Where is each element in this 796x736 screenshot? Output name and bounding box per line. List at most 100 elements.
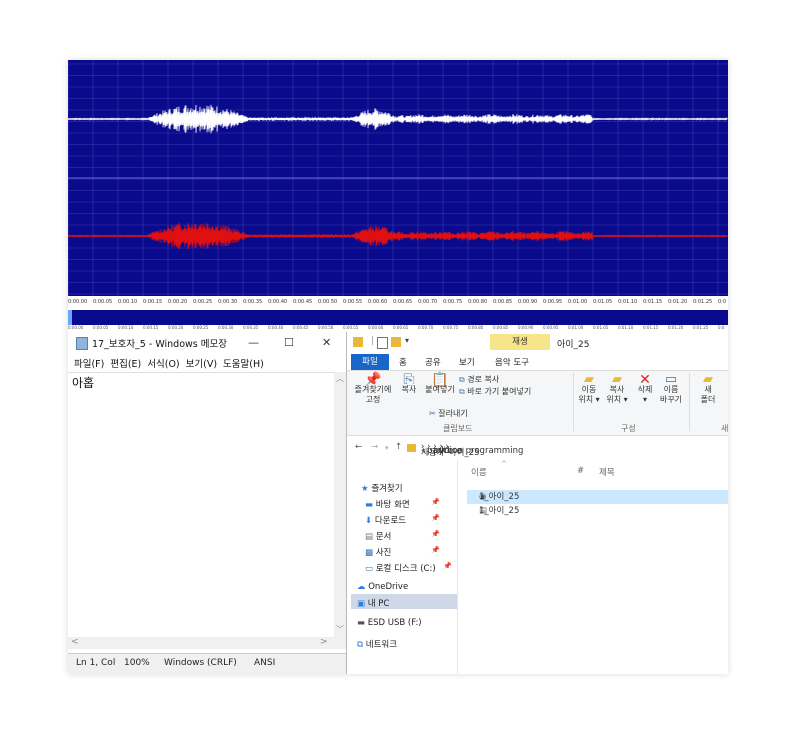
pin-label: 즐겨찾기에 고정 [354, 385, 392, 404]
copy-to-button[interactable]: ▰ 복사 위치 ▾ [603, 372, 631, 405]
tab-home[interactable]: 홈 [399, 356, 407, 368]
timeline-tick-label: 0:00.05 [93, 299, 113, 305]
move-to-label: 이동 위치 ▾ [578, 385, 600, 404]
menu-file[interactable]: 파일(F) [74, 356, 104, 370]
new-folder-button[interactable]: ▰ 새 폴더 [695, 373, 721, 405]
recent-dropdown-icon[interactable]: ▾ [385, 444, 389, 452]
copy-button[interactable]: ⎘ 복사 [397, 373, 421, 395]
timeline-tick-label: 0:00.85 [493, 299, 513, 305]
notepad-icon [76, 336, 88, 350]
nav-item-network[interactable]: ⧉ 네트워크 [357, 638, 397, 650]
rename-label: 이름 바꾸기 [659, 385, 683, 404]
delete-button[interactable]: ✕ 삭제 ▾ [633, 372, 657, 405]
timeline-tick-label: 0:00.60 [368, 299, 388, 305]
back-arrow-icon[interactable]: ← [355, 442, 362, 452]
nav-item-pictures[interactable]: ▩ 사진 [365, 546, 391, 558]
timeline-tick-label: 0:00.50 [318, 299, 338, 305]
timeline-ruler[interactable]: 0:00.00 0:00.05 0:00.10 0:00.15 0:00.20 0:00.… [68, 296, 728, 311]
overview-tick-label: 0:00.40 [268, 325, 284, 330]
tab-view[interactable]: 보기 [459, 356, 475, 368]
delete-icon: ✕ [639, 372, 651, 388]
up-arrow-icon[interactable]: ↑ [395, 442, 402, 452]
rename-button[interactable]: ▭ 이름 바꾸기 [657, 373, 685, 405]
timeline-tick-label: 0:00.20 [168, 299, 188, 305]
group-new: 새 [721, 424, 728, 433]
overview-tick-label: 0:00.35 [243, 325, 259, 330]
pin-icon: 📌 [364, 372, 382, 388]
vertical-scrollbar[interactable]: ︿ ﹀ [334, 372, 346, 637]
overview-tick-label: 0:00.20 [168, 325, 184, 330]
cut-button[interactable]: ✂ 잘라내기 [429, 408, 468, 419]
column-title[interactable]: 제목 [599, 466, 615, 478]
group-clipboard: 클립보드 [443, 424, 473, 433]
notepad-content[interactable]: 아홉 [72, 374, 94, 391]
column-name[interactable]: 이름 [471, 466, 487, 478]
nav-item-usb[interactable]: ▬ ESD USB (F:) [357, 618, 422, 628]
nav-item-local-disk[interactable]: ▭ 로컬 디스크 (C:) [365, 562, 436, 574]
explorer-title: 아이_25 [557, 340, 590, 350]
pin-button[interactable]: 📌 즐겨찾기에 고정 [351, 372, 395, 405]
menu-edit[interactable]: 편집(E) [110, 356, 141, 370]
menu-view[interactable]: 보기(V) [186, 356, 217, 370]
waveform-view[interactable] [68, 60, 728, 296]
overview-tick-label: 0:00.10 [118, 325, 134, 330]
notepad-window: 17_보호자_5 - Windows 메모장 — ☐ ✕ 파일(F) 편집(E)… [68, 332, 347, 674]
nav-item-quick-access[interactable]: ★ 즐겨찾기 [361, 482, 403, 494]
paste-button[interactable]: 📋 붙여넣기 [423, 373, 457, 395]
horizontal-scrollbar[interactable]: < > [68, 637, 346, 649]
right-channel-waveform[interactable] [68, 222, 728, 250]
file-row[interactable]: ◉ 1_아이_25 [467, 490, 728, 504]
breadcrumb[interactable]: « 사용자 › park › python programming › voic… [421, 442, 523, 458]
nav-item-this-pc[interactable]: ▣ 내 PC [357, 597, 389, 609]
address-folder-icon [407, 444, 416, 452]
timeline-tick-label: 0:01.25 [693, 299, 713, 305]
paste-shortcut-button[interactable]: ⧉ 바로 가기 붙여넣기 [459, 386, 531, 397]
overview-bar[interactable]: 0:00.00 0:00.05 0:00.10 0:00.15 0:00.20 0:00.… [68, 310, 728, 331]
tab-music-tools[interactable]: 음악 도구 [495, 356, 529, 368]
scroll-right-icon[interactable]: > [320, 637, 328, 647]
overview-tick-label: 0:00.70 [418, 325, 434, 330]
qat-dropdown-icon[interactable]: ▾ [405, 336, 409, 345]
file-label: 1_아이_25 [479, 492, 520, 502]
close-button[interactable]: ✕ [322, 336, 331, 349]
scroll-left-icon[interactable]: < [71, 637, 79, 647]
address-bar: ← → ▾ ↑ « 사용자 › park › python programmin… [347, 438, 728, 458]
copy-to-icon: ▰ [612, 372, 622, 387]
nav-item-onedrive[interactable]: ☁ OneDrive [357, 582, 408, 592]
breadcrumb-item[interactable]: 아이_25 [449, 446, 480, 458]
forward-arrow-icon[interactable]: → [371, 442, 378, 452]
overview-tick-label: 0:00.05 [93, 325, 109, 330]
scroll-up-icon[interactable]: ︿ [336, 373, 344, 384]
maximize-button[interactable]: ☐ [284, 336, 294, 349]
explorer-titlebar: | ▾ 재생 아이_25 [347, 332, 728, 354]
move-to-button[interactable]: ▰ 이동 위치 ▾ [575, 373, 603, 405]
copy-path-button[interactable]: ⧉ 경로 복사 [459, 374, 499, 385]
menu-format[interactable]: 서식(O) [147, 356, 179, 370]
notepad-text-area[interactable]: 아홉 [68, 372, 334, 638]
tab-share[interactable]: 공유 [425, 356, 441, 368]
notepad-titlebar: 17_보호자_5 - Windows 메모장 — ☐ ✕ [68, 332, 346, 354]
timeline-tick-label: 0:00.90 [518, 299, 538, 305]
pin-icon: 📌 [431, 530, 440, 538]
overview-tick-label: 0:01.10 [618, 325, 634, 330]
nav-item-documents[interactable]: ▤ 문서 [365, 530, 391, 542]
nav-item-desktop[interactable]: ▬ 바탕 화면 [365, 498, 410, 510]
new-folder-label: 새 폴더 [700, 385, 716, 404]
nav-item-downloads[interactable]: ⬇ 다운로드 [365, 514, 406, 526]
timeline-tick-label: 0:01.20 [668, 299, 688, 305]
overview-tick-label: 0:00.15 [143, 325, 159, 330]
minimize-button[interactable]: — [248, 336, 259, 349]
nav-label: 문서 [375, 532, 392, 542]
properties-icon[interactable] [377, 337, 388, 349]
left-channel-waveform[interactable] [68, 104, 728, 134]
column-number[interactable]: # [577, 466, 584, 476]
file-row[interactable]: ▤ 1_아이_25 [467, 504, 728, 518]
timeline-tick-label: 0:00.95 [543, 299, 563, 305]
status-encoding: ANSI [254, 658, 276, 668]
waveform-canvas[interactable] [68, 60, 728, 296]
tab-file[interactable]: 파일 [351, 354, 389, 370]
menu-help[interactable]: 도움말(H) [223, 356, 264, 370]
scroll-down-icon[interactable]: ﹀ [336, 624, 344, 635]
context-tab-play[interactable]: 재생 [490, 334, 550, 350]
new-folder-icon[interactable] [391, 337, 401, 347]
